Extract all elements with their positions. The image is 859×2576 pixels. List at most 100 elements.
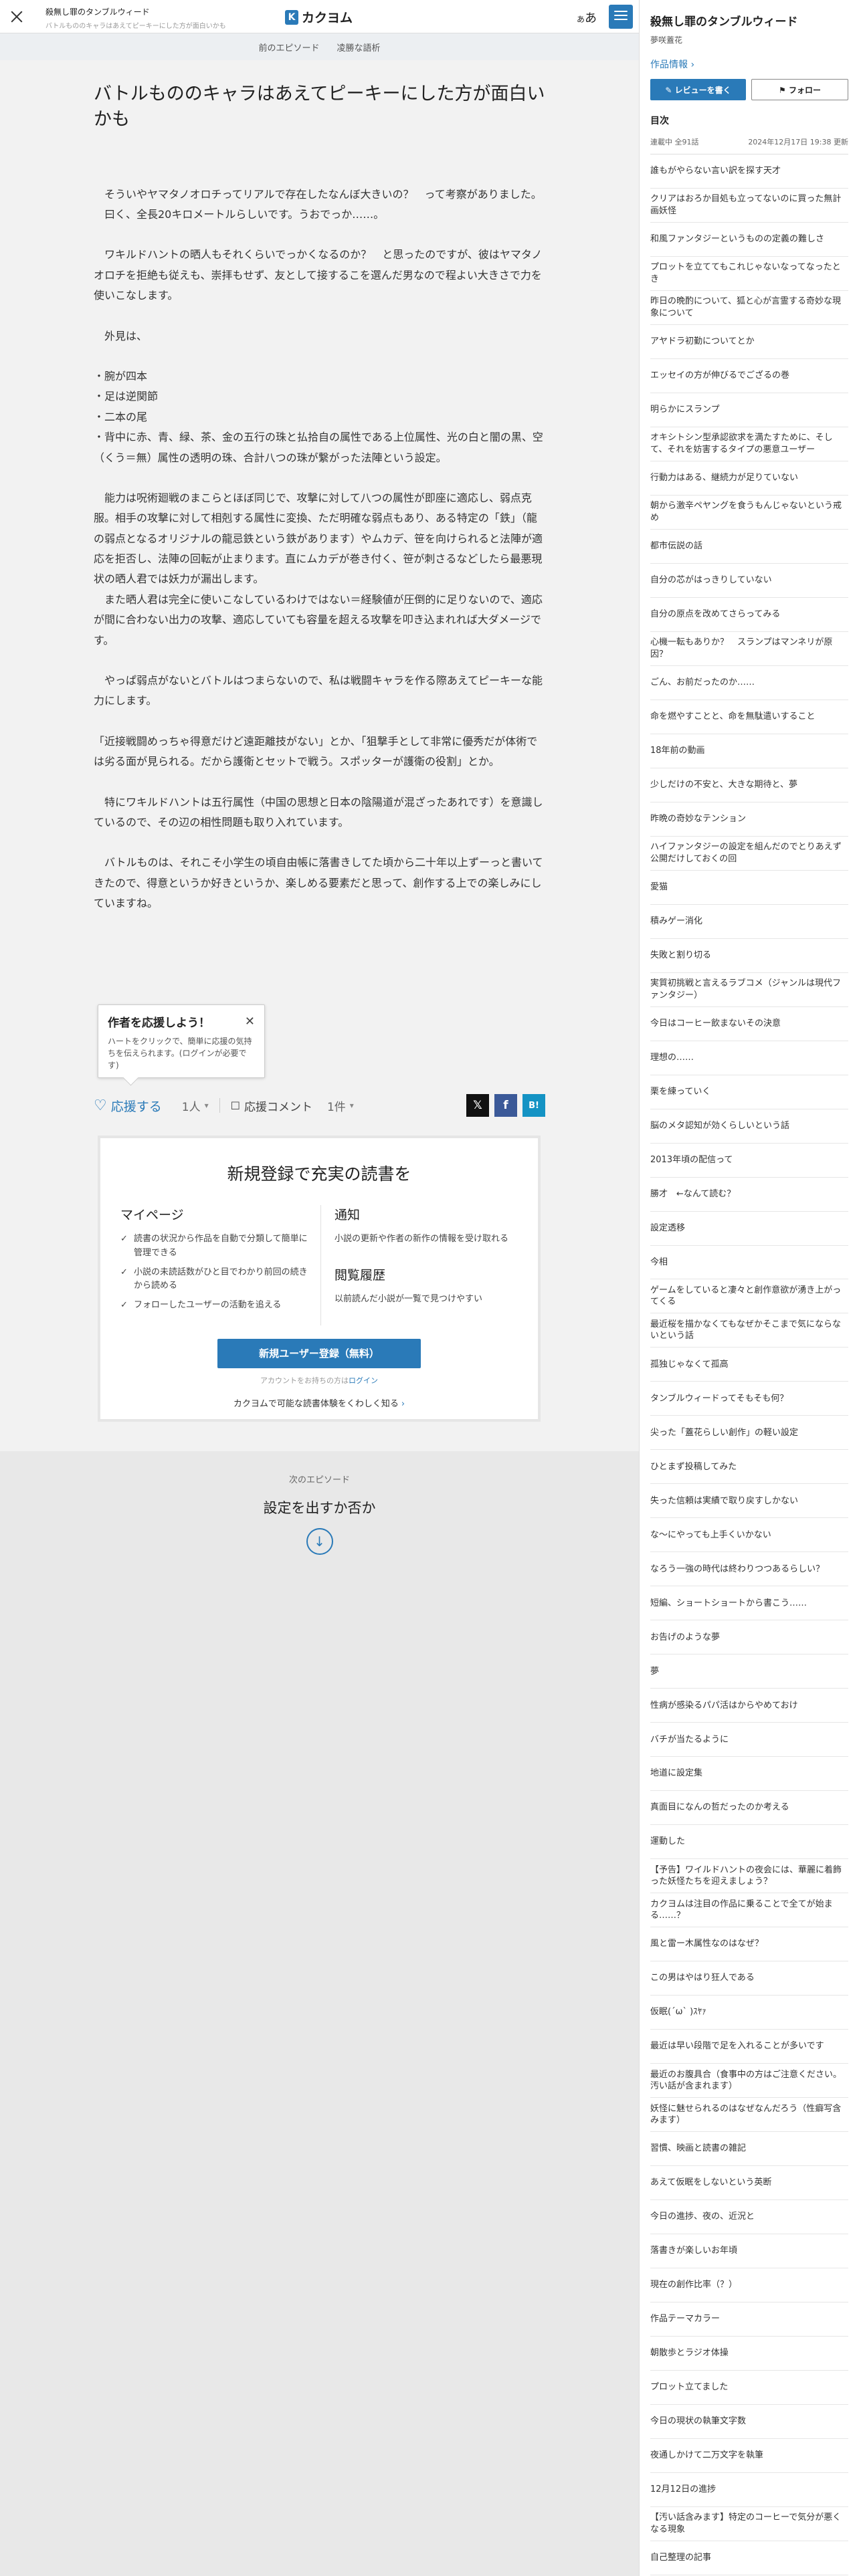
episode-list-item[interactable]: あえて仮眠をしないという英断 bbox=[650, 2166, 848, 2201]
write-review-button[interactable]: ✎ レビューを書く bbox=[650, 79, 746, 100]
heart-icon[interactable]: ♡ bbox=[94, 1097, 107, 1114]
episode-list-item[interactable]: お告げのような夢 bbox=[650, 1620, 848, 1655]
episode-list-item[interactable]: 最近のお腹具合（食事中の方はご注意ください。汚い話が含まれます） bbox=[650, 2064, 848, 2099]
episode-list-item[interactable]: 現在の創作比率（？） bbox=[650, 2268, 848, 2303]
episode-list-item[interactable]: 朝から激辛ペヤングを食うもんじゃないという戒め bbox=[650, 496, 848, 530]
close-icon[interactable] bbox=[9, 9, 24, 24]
arrow-down-icon[interactable]: ↓ bbox=[306, 1528, 333, 1555]
episode-list-item[interactable]: 短編、ショートショートから書こう…… bbox=[650, 1586, 848, 1621]
episode-list-item[interactable]: 少しだけの不安と、大きな期待と、夢 bbox=[650, 768, 848, 802]
episode-list-item[interactable]: ハイファンタジーの設定を組んだのでとりあえず公開だけしておくの回 bbox=[650, 837, 848, 871]
episode-list-item[interactable]: 【汚い話含みます】特定のコーヒーで気分が悪くなる現象 bbox=[650, 2507, 848, 2541]
episode-list-item[interactable]: 自分の原点を改めてさらってみる bbox=[650, 598, 848, 632]
episode-list-item[interactable]: 失った信頼は実績で取り戻すしかない bbox=[650, 1484, 848, 1519]
chevron-down-icon[interactable]: ▾ bbox=[350, 1101, 354, 1110]
episode-list-item[interactable]: 【予告】ワイルドハントの夜会には、華麗に着飾った妖怪たちを迎えましょう？ bbox=[650, 1859, 848, 1894]
follow-button[interactable]: ⚑ フォロー bbox=[751, 79, 848, 100]
episode-list-item[interactable]: 昨晩の奇妙なテンション bbox=[650, 802, 848, 837]
episode-list-item[interactable]: 尖った「蓋花らしい創作」の軽い設定 bbox=[650, 1416, 848, 1451]
facebook-share-icon[interactable]: f bbox=[494, 1094, 517, 1117]
episode-list-item[interactable]: 風と雷ー木属性なのはなぜ？ bbox=[650, 1927, 848, 1962]
episode-list-item[interactable]: 妖怪に魅せられるのはなぜなんだろう（性癖写含みます） bbox=[650, 2098, 848, 2133]
episode-list-item[interactable]: な〜にやっても上手くいかない bbox=[650, 1518, 848, 1553]
episode-list-item[interactable]: プロットを立ててもこれじゃないなってなったとき bbox=[650, 257, 848, 291]
episode-list-item[interactable]: ゲームをしていると凄々と創作意欲が湧き上がってくる bbox=[650, 1279, 848, 1314]
episode-list-item[interactable]: 真面目になんの哲だったのか考える bbox=[650, 1791, 848, 1826]
signup-button[interactable]: 新規ユーザー登録（無料） bbox=[217, 1338, 421, 1368]
episode-list-item[interactable]: 仮眠(´ω` )ｽﾔｧ bbox=[650, 1996, 848, 2030]
episode-list-item[interactable]: 誰もがやらない言い訳を探す天才 bbox=[650, 154, 848, 189]
episode-list-item[interactable]: カクヨムは注目の作品に乗ることで全てが始まる……？ bbox=[650, 1893, 848, 1928]
x-share-icon[interactable]: 𝕏 bbox=[466, 1094, 489, 1117]
episode-list-item[interactable]: 和風ファンタジーというものの定義の難しさ bbox=[650, 223, 848, 257]
episode-list-item[interactable]: 習慣、映画と読書の雑記 bbox=[650, 2132, 848, 2167]
episode-list-item[interactable]: アヤドラ初勤についてとか bbox=[650, 325, 848, 359]
chevron-down-icon[interactable]: ▾ bbox=[205, 1101, 209, 1110]
episode-list-item[interactable]: 栗を練っていく bbox=[650, 1075, 848, 1109]
episode-list-item[interactable]: 昨日の晩酌について、狐と心が言霊する奇妙な現象について bbox=[650, 291, 848, 325]
episode-list-item[interactable]: 愛猫 bbox=[650, 871, 848, 905]
episode-list-item[interactable]: オキシトシン型承認欲求を満たすために、そして、それを妨害するタイプの悪意ユーザー bbox=[650, 427, 848, 461]
episode-list-item[interactable]: 夜通しかけて二万文字を執筆 bbox=[650, 2439, 848, 2473]
comment-icon[interactable]: ☐ bbox=[231, 1099, 240, 1112]
episode-list-item[interactable]: 理想の…… bbox=[650, 1041, 848, 1075]
episode-list-item[interactable]: タンブルウィードってそもそも何？ bbox=[650, 1382, 848, 1416]
episode-list-item[interactable]: 2013年頃の配信って bbox=[650, 1144, 848, 1178]
episode-list-item[interactable]: 運動した bbox=[650, 1825, 848, 1860]
episode-list-item[interactable]: 最近は早い段階で足を入れることが多いです bbox=[650, 2030, 848, 2064]
prev-episode-link[interactable]: 前のエピソード bbox=[258, 41, 319, 53]
kakuyomu-logo[interactable]: K カクヨム bbox=[285, 8, 353, 26]
episode-list-item[interactable]: 地道に設定集 bbox=[650, 1757, 848, 1792]
learn-more-link[interactable]: カクヨムで可能な読書体験をくわしく知る › bbox=[100, 1396, 538, 1409]
episode-list-item[interactable]: プロット立てました bbox=[650, 2371, 848, 2405]
episode-list-item[interactable]: 命を燃やすことと、命を無駄遣いすること bbox=[650, 700, 848, 734]
episode-list-item[interactable]: 最近桜を描かなくてもなぜかそこまで気にならないという話 bbox=[650, 1313, 848, 1348]
episode-list-item[interactable]: エッセイの方が伸びるでござるの巻 bbox=[650, 359, 848, 393]
episode-list-item[interactable]: 心機一転もありか？ スランプはマンネリが原因？ bbox=[650, 632, 848, 666]
header-work-title[interactable]: 殺無し罪のタンブルウィード bbox=[45, 6, 226, 17]
hatena-bookmark-icon[interactable]: B! bbox=[522, 1094, 545, 1117]
episode-list-item[interactable]: 設定透移 bbox=[650, 1212, 848, 1246]
episode-list-item[interactable]: 18年前の動画 bbox=[650, 734, 848, 768]
episode-list-item[interactable]: バチが当たるように bbox=[650, 1723, 848, 1757]
episode-list-item[interactable]: なろう一強の時代は終わりつつあるらしい？ bbox=[650, 1552, 848, 1587]
episode-list-item[interactable]: 自分の芯がはっきりしていない bbox=[650, 564, 848, 598]
episode-list-item[interactable]: 今相 bbox=[650, 1246, 848, 1280]
episode-list-item[interactable]: 今日はコーヒー飲まないその決意 bbox=[650, 1007, 848, 1041]
episode-list-item[interactable]: 作品テーマカラー bbox=[650, 2302, 848, 2337]
work-info-link[interactable]: 作品情報 › bbox=[650, 58, 848, 71]
comment-count[interactable]: 1件 bbox=[327, 1097, 346, 1114]
episode-list-item[interactable]: 孤独じゃなくて孤高 bbox=[650, 1348, 848, 1382]
episode-list-item[interactable]: 自己整理の記事 bbox=[650, 2541, 848, 2575]
episode-list-item[interactable]: 朝散歩とラジオ体操 bbox=[650, 2337, 848, 2371]
episode-list-item[interactable]: 都市伝説の話 bbox=[650, 530, 848, 564]
support-count[interactable]: 1人 bbox=[182, 1097, 201, 1114]
sidebar-author[interactable]: 夢咲蓋花 bbox=[650, 34, 848, 45]
episode-list-item[interactable]: 今日の進捗、夜の、近況と bbox=[650, 2200, 848, 2235]
episode-list-item[interactable]: クリアはおろか目処も立ってないのに買った無計画妖怪 bbox=[650, 189, 848, 223]
episode-list-item[interactable]: ごん、お前だったのか…… bbox=[650, 666, 848, 700]
episode-list-item[interactable]: 勝才 ←なんて読む？ bbox=[650, 1178, 848, 1212]
episode-list-item[interactable]: 性病が感染るパパ活はからやめておけ bbox=[650, 1689, 848, 1723]
episode-list-item[interactable]: この男はやはり狂人である bbox=[650, 1961, 848, 1996]
login-link[interactable]: ログイン bbox=[349, 1376, 378, 1385]
episode-list-item[interactable]: 積みゲー消化 bbox=[650, 905, 848, 939]
font-size-toggle[interactable]: ああ bbox=[577, 9, 597, 26]
support-comment-button[interactable]: 応援コメント bbox=[244, 1097, 312, 1114]
support-button[interactable]: 応援する bbox=[111, 1097, 162, 1115]
next-episode-link[interactable]: 凌勝な語析 bbox=[337, 41, 381, 53]
episode-list-item[interactable]: 脳のメタ認知が効くらしいという話 bbox=[650, 1109, 848, 1144]
episode-list-item[interactable]: 落書きが楽しいお年頃 bbox=[650, 2234, 848, 2269]
toc-menu-icon[interactable] bbox=[609, 5, 633, 29]
tooltip-close-icon[interactable]: ✕ bbox=[245, 1014, 255, 1029]
episode-list-item[interactable]: 夢 bbox=[650, 1654, 848, 1689]
episode-list-item[interactable]: 12月12日の進捗 bbox=[650, 2473, 848, 2507]
episode-list-item[interactable]: 実質初挑戦と言えるラブコメ（ジャンルは現代ファンタジー） bbox=[650, 973, 848, 1007]
sidebar-work-title[interactable]: 殺無し罪のタンブルウィード bbox=[650, 12, 848, 29]
episode-list-item[interactable]: 行動力はある、継続力が足りていない bbox=[650, 461, 848, 496]
episode-list-item[interactable]: 今日の現状の執筆文字数 bbox=[650, 2405, 848, 2439]
episode-list-item[interactable]: 失敗と割り切る bbox=[650, 939, 848, 973]
episode-list-item[interactable]: ひとまず投稿してみた bbox=[650, 1450, 848, 1485]
episode-list-item[interactable]: 明らかにスランプ bbox=[650, 393, 848, 427]
next-episode-title[interactable]: 設定を出すか否か bbox=[0, 1497, 639, 1517]
